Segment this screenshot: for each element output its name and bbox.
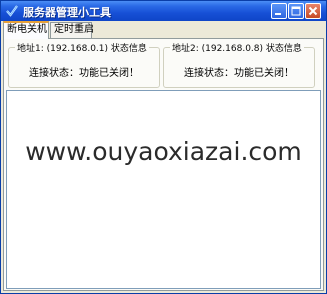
- window-title: 服务器管理小工具: [23, 6, 111, 19]
- address2-connection-status: 连接状态：功能已关闭！: [184, 68, 294, 79]
- maximize-button[interactable]: [288, 3, 304, 19]
- tab-scheduled-restart[interactable]: 定时重启: [50, 22, 94, 38]
- title-bar[interactable]: 服务器管理小工具: [1, 1, 326, 21]
- address2-status-group: 地址2: (192.168.0.8) 状态信息 连接状态：功能已关闭！: [163, 41, 315, 88]
- app-check-icon: [6, 5, 18, 17]
- address1-group-title: 地址1: (192.168.0.1) 状态信息: [15, 41, 149, 54]
- minimize-button[interactable]: [271, 3, 287, 19]
- close-button[interactable]: [305, 3, 321, 19]
- watermark-text: www.ouyaoxiazai.com: [25, 137, 302, 166]
- minimize-icon: [275, 13, 281, 15]
- close-icon: [308, 6, 318, 16]
- address1-status-group: 地址1: (192.168.0.1) 状态信息 连接状态：功能已关闭！: [8, 41, 160, 88]
- address2-group-title: 地址2: (192.168.0.8) 状态信息: [170, 41, 304, 54]
- log-text-area[interactable]: [6, 90, 321, 289]
- maximize-icon: [291, 6, 301, 16]
- tab-power-off-shutdown[interactable]: 断电关机: [3, 21, 49, 39]
- address1-connection-status: 连接状态：功能已关闭！: [29, 68, 139, 79]
